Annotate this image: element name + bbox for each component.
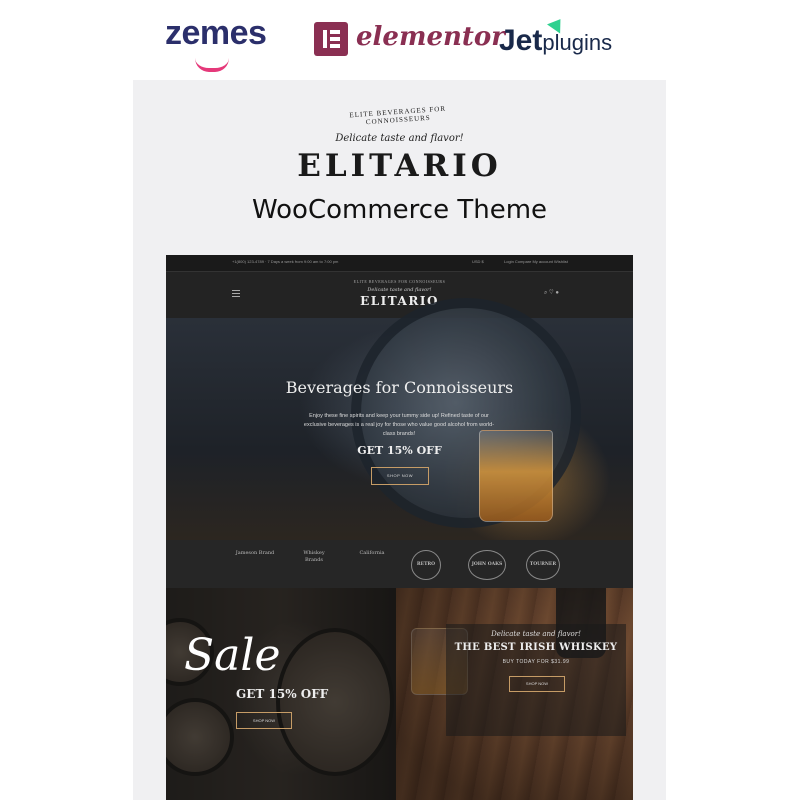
plugins-wordmark: plugins: [542, 30, 613, 55]
zemes-wordmark: zemes: [165, 14, 267, 52]
site-topbar: +1(800) 123-4789 · 7 Days a week from 9:…: [166, 255, 633, 272]
elementor-icon: [314, 22, 348, 56]
irish-promo-box: Delicate taste and flavor! THE BEST IRIS…: [446, 624, 626, 736]
theme-preview-panel: ELITE BEVERAGES FOR CONNOISSEURS Delicat…: [133, 80, 666, 800]
irish-whiskey-promo: Delicate taste and flavor! THE BEST IRIS…: [396, 588, 633, 800]
hero-text: Enjoy these fine spirits and keep your t…: [303, 413, 495, 437]
brand-logo-retro-press[interactable]: RETRO PRESS: [411, 550, 441, 595]
sale-promo: Sale GET 15% OFF SHOP NOW: [166, 588, 397, 800]
site-header: ELITE BEVERAGES FOR CONNOISSEURS Delicat…: [166, 272, 633, 318]
irish-title: THE BEST IRISH WHISKEY: [454, 642, 618, 653]
header-icons[interactable]: ⌕ ♡ ●: [544, 290, 559, 297]
hero-title: Beverages for Connoisseurs: [285, 378, 514, 397]
brand-script: Delicate taste and flavor!: [335, 133, 464, 144]
header-tagline: ELITE BEVERAGES FOR CONNOISSEURS: [353, 279, 446, 284]
sale-offer: GET 15% OFF: [236, 687, 329, 701]
zemes-logo: zemes: [165, 14, 267, 72]
sale-shop-button[interactable]: SHOP NOW: [236, 712, 292, 729]
hero-offer: GET 15% OFF: [357, 444, 442, 457]
partner-logos: zemes elementor Jetplugins: [0, 0, 800, 80]
brand-logo-tourner[interactable]: TOURNER: [526, 550, 560, 580]
jetplugins-logo: Jetplugins: [499, 14, 613, 58]
irish-shop-button[interactable]: SHOP NOW: [509, 676, 565, 692]
website-screenshot: +1(800) 123-4789 · 7 Days a week from 9:…: [166, 255, 633, 800]
topbar-contact: +1(800) 123-4789 · 7 Days a week from 9:…: [232, 259, 339, 264]
currency-selector[interactable]: USD $: [472, 259, 484, 264]
brand-logo-california[interactable]: California: [352, 550, 392, 578]
jet-wordmark: Jet: [499, 24, 543, 57]
brand-tagline: ELITE BEVERAGES FOR CONNOISSEURS: [349, 104, 447, 127]
sale-title: Sale: [184, 630, 281, 681]
theme-subtitle: WooCommerce Theme: [251, 195, 548, 225]
topbar-links[interactable]: Login Compare My account Wishlist: [504, 259, 568, 264]
brand-strip: Jameson Brand Whiskey Brands California …: [166, 540, 633, 595]
brand-name: ELITARIO: [297, 148, 502, 184]
brand-area: ELITE BEVERAGES FOR CONNOISSEURS Delicat…: [133, 80, 666, 255]
brand-logo-jameson[interactable]: Jameson Brand: [234, 550, 276, 578]
elementor-wordmark: elementor: [356, 22, 505, 52]
site-logo[interactable]: ELITARIO: [166, 294, 633, 308]
hero-banner: Beverages for Connoisseurs Enjoy these f…: [166, 298, 633, 540]
hero-shop-button[interactable]: SHOP NOW: [371, 467, 429, 485]
brand-logo-john-oaks[interactable]: JOHN OAKS: [468, 550, 506, 580]
header-script: Delicate taste and flavor!: [367, 287, 432, 293]
zemes-smile-icon: [195, 58, 229, 72]
brand-logo-whiskey[interactable]: Whiskey Brands: [294, 550, 334, 578]
irish-script: Delicate taste and flavor!: [491, 630, 581, 638]
irish-price: BUY TODAY FOR $31.99: [502, 659, 570, 665]
